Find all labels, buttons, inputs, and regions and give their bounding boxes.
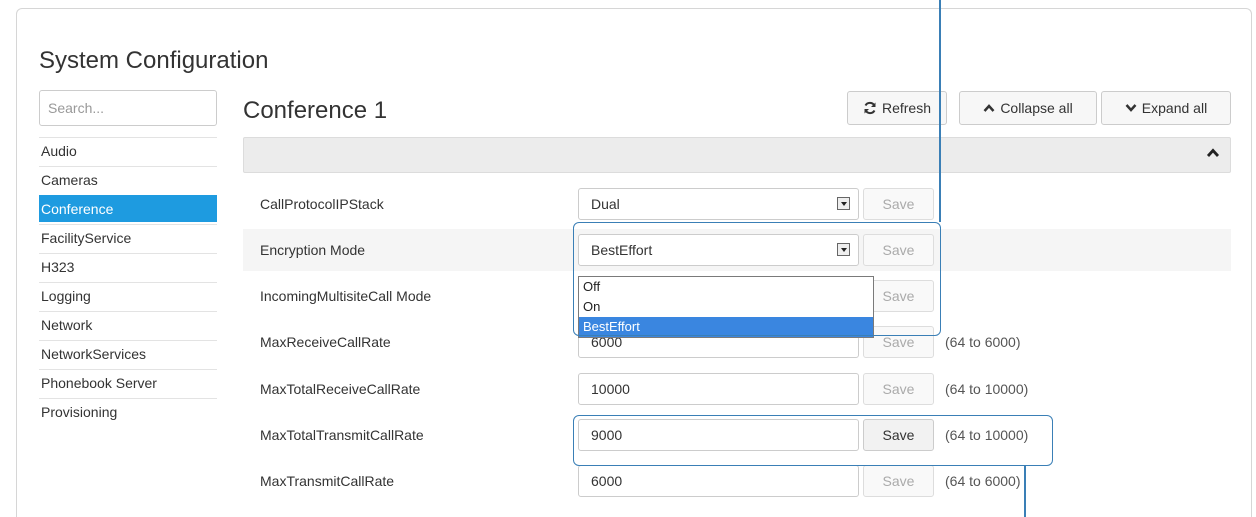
sidebar-item-cameras[interactable]: Cameras <box>39 166 217 193</box>
select-value: Dual <box>591 196 620 212</box>
setting-row-maxtotalreceivecallrate: MaxTotalReceiveCallRate 10000 Save (64 t… <box>243 368 1231 410</box>
range-hint: (64 to 10000) <box>945 381 1029 397</box>
refresh-label: Refresh <box>881 100 932 116</box>
chevron-up-icon[interactable] <box>1206 147 1220 159</box>
sidebar-item-networkservices[interactable]: NetworkServices <box>39 340 217 367</box>
setting-label: MaxTotalReceiveCallRate <box>260 381 421 397</box>
sidebar-item-phonebook-server[interactable]: Phonebook Server <box>39 369 217 396</box>
sidebar-item-conference[interactable]: Conference <box>39 195 217 222</box>
save-button[interactable]: Save <box>863 373 934 405</box>
expand-all-button[interactable]: Expand all <box>1101 91 1231 125</box>
sidebar-item-audio[interactable]: Audio <box>39 137 217 164</box>
setting-label: IncomingMultisiteCall Mode <box>260 288 432 304</box>
conference-panel-header[interactable] <box>243 137 1231 173</box>
dropdown-arrow-icon[interactable] <box>837 197 850 210</box>
setting-label: MaxTotalTransmitCallRate <box>260 427 424 443</box>
callout-box-encryption <box>573 222 941 336</box>
refresh-icon <box>864 101 876 115</box>
sidebar-item-h323[interactable]: H323 <box>39 253 217 280</box>
setting-row-callprotocolipstack: CallProtocolIPStack Dual Save <box>243 183 1231 225</box>
setting-label: Encryption Mode <box>260 242 366 258</box>
collapse-all-button[interactable]: Collapse all <box>959 91 1097 125</box>
callout-line-top <box>939 0 941 222</box>
expand-all-label: Expand all <box>1141 100 1208 116</box>
collapse-all-label: Collapse all <box>1000 100 1073 116</box>
callprotocolipstack-select[interactable]: Dual <box>578 188 859 220</box>
sidebar-item-logging[interactable]: Logging <box>39 282 217 309</box>
save-button[interactable]: Save <box>863 188 934 220</box>
setting-label: CallProtocolIPStack <box>260 196 384 212</box>
callout-box-save <box>573 415 1053 466</box>
search-input[interactable] <box>39 90 217 126</box>
save-button[interactable]: Save <box>863 465 934 497</box>
page-title: System Configuration <box>39 47 269 74</box>
section-title: Conference 1 <box>243 97 388 124</box>
maxtotalreceivecallrate-input[interactable]: 10000 <box>578 373 859 405</box>
refresh-button[interactable]: Refresh <box>847 91 947 125</box>
chevron-down-icon <box>1125 104 1137 112</box>
chevron-up-icon <box>983 104 995 112</box>
maxtransmitcallrate-input[interactable]: 6000 <box>578 465 859 497</box>
range-hint: (64 to 6000) <box>945 473 1021 489</box>
callout-line-bottom <box>1024 466 1026 517</box>
sidebar-item-network[interactable]: Network <box>39 311 217 338</box>
range-hint: (64 to 6000) <box>945 334 1021 350</box>
setting-row-maxtransmitcallrate: MaxTransmitCallRate 6000 Save (64 to 600… <box>243 460 1231 502</box>
sidebar-item-facilityservice[interactable]: FacilityService <box>39 224 217 251</box>
setting-label: MaxReceiveCallRate <box>260 334 391 350</box>
setting-label: MaxTransmitCallRate <box>260 473 395 489</box>
sidebar-item-provisioning[interactable]: Provisioning <box>39 398 217 425</box>
sidebar: Audio Cameras Conference FacilityService… <box>39 137 217 427</box>
